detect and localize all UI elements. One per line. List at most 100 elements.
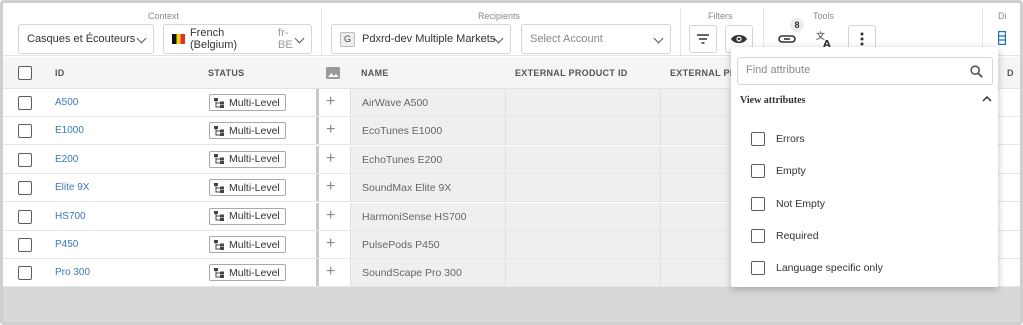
chevron-up-icon[interactable] xyxy=(982,95,992,102)
external-product-id-cell[interactable] xyxy=(505,89,660,116)
chevron-down-icon xyxy=(653,33,664,44)
external-pro-cell[interactable] xyxy=(660,89,740,116)
product-id-link[interactable]: Elite 9X xyxy=(55,182,89,193)
attribute-option[interactable]: Language specific only xyxy=(751,258,883,278)
account-select[interactable]: Select Account xyxy=(521,24,671,54)
column-header-last[interactable]: D xyxy=(1007,68,1014,78)
attribute-search[interactable] xyxy=(737,57,993,85)
hierarchy-icon xyxy=(214,211,224,222)
display-group-label: Di xyxy=(998,11,1007,21)
recipient-select[interactable]: G Pdxrd-dev Multiple Markets xyxy=(331,24,511,54)
status-chip[interactable]: Multi-Level xyxy=(209,264,286,282)
eye-icon xyxy=(731,34,747,44)
columns-layout-button[interactable] xyxy=(997,30,1007,50)
select-all-checkbox[interactable] xyxy=(18,66,32,80)
context-select[interactable]: Casques et Écouteurs xyxy=(18,24,154,54)
status-chip[interactable]: Multi-Level xyxy=(209,150,286,168)
column-header-external-product-id[interactable]: EXTERNAL PRODUCT ID xyxy=(515,68,628,78)
view-attributes-title[interactable]: View attributes xyxy=(740,95,805,106)
external-product-id-cell[interactable] xyxy=(505,259,660,287)
add-image-icon[interactable]: + xyxy=(326,236,335,252)
product-id-link[interactable]: P450 xyxy=(55,239,78,250)
attribute-option[interactable]: Errors xyxy=(751,129,805,149)
external-pro-cell[interactable] xyxy=(660,259,740,287)
hierarchy-icon xyxy=(214,154,224,165)
add-image-icon[interactable]: + xyxy=(326,179,335,195)
attribute-filter-panel: View attributes Errors Empty Not Empty Requ… xyxy=(731,47,998,287)
column-header-id[interactable]: ID xyxy=(55,68,65,78)
status-chip[interactable]: Multi-Level xyxy=(209,94,286,111)
frozen-column-divider xyxy=(316,89,319,116)
frozen-column-divider xyxy=(316,145,319,173)
attribute-option[interactable]: Required xyxy=(751,226,819,246)
account-select-placeholder: Select Account xyxy=(530,33,603,45)
row-checkbox[interactable] xyxy=(18,181,32,196)
external-pro-cell[interactable] xyxy=(660,174,740,202)
add-image-icon[interactable]: + xyxy=(326,264,335,280)
status-label: Multi-Level xyxy=(229,96,280,109)
product-id-link[interactable]: HS700 xyxy=(55,211,86,222)
add-image-icon[interactable]: + xyxy=(326,94,335,110)
recipient-group-icon: G xyxy=(340,31,355,47)
attribute-option-checkbox[interactable] xyxy=(751,164,765,179)
recipients-group-label: Recipients xyxy=(478,11,521,21)
product-id-link[interactable]: A500 xyxy=(55,97,78,108)
external-pro-cell[interactable] xyxy=(660,145,740,173)
hierarchy-icon xyxy=(214,182,224,193)
row-checkbox[interactable] xyxy=(18,152,32,167)
product-name: EchoTunes E200 xyxy=(362,153,443,166)
external-product-id-cell[interactable] xyxy=(505,145,660,173)
attribute-search-input[interactable] xyxy=(746,64,956,76)
product-name: SoundMax Elite 9X xyxy=(362,182,452,195)
external-product-id-cell[interactable] xyxy=(505,231,660,258)
status-chip[interactable]: Multi-Level xyxy=(209,179,286,197)
product-id-link[interactable]: E1000 xyxy=(55,125,84,136)
product-name: SoundScape Pro 300 xyxy=(362,267,462,280)
external-product-id-cell[interactable] xyxy=(505,202,660,230)
attribute-option-checkbox[interactable] xyxy=(751,261,765,276)
status-label: Multi-Level xyxy=(229,266,280,279)
status-label: Multi-Level xyxy=(229,124,280,137)
attribute-option[interactable]: Not Empty xyxy=(751,194,825,214)
column-header-status[interactable]: STATUS xyxy=(208,68,244,78)
external-pro-cell[interactable] xyxy=(660,117,740,145)
locale-select-value: French (Belgium) xyxy=(189,27,238,51)
row-checkbox[interactable] xyxy=(18,266,32,281)
external-product-id-cell[interactable] xyxy=(505,174,660,202)
chevron-down-icon xyxy=(136,33,147,44)
row-checkbox[interactable] xyxy=(18,124,32,139)
status-chip[interactable]: Multi-Level xyxy=(209,236,286,253)
attribute-option[interactable]: Empty xyxy=(751,161,806,181)
status-chip[interactable]: Multi-Level xyxy=(209,122,286,140)
row-checkbox[interactable] xyxy=(18,96,32,110)
frozen-column-divider xyxy=(316,259,319,287)
external-product-id-cell[interactable] xyxy=(505,117,660,145)
hierarchy-icon xyxy=(214,97,224,108)
context-select-value: Casques et Écouteurs xyxy=(27,33,136,45)
column-header-name[interactable]: NAME xyxy=(361,68,389,78)
product-id-link[interactable]: E200 xyxy=(55,154,78,165)
add-image-icon[interactable]: + xyxy=(326,150,335,167)
recipient-select-value: Pdxrd-dev Multiple Markets xyxy=(362,33,496,45)
external-pro-cell[interactable] xyxy=(660,202,740,230)
hierarchy-icon xyxy=(214,267,224,278)
product-name: AirWave A500 xyxy=(362,97,429,109)
image-icon xyxy=(326,67,340,79)
row-checkbox[interactable] xyxy=(18,238,32,252)
status-chip[interactable]: Multi-Level xyxy=(209,207,286,225)
add-image-icon[interactable]: + xyxy=(326,122,335,138)
attribute-option-checkbox[interactable] xyxy=(751,196,765,211)
attribute-option-checkbox[interactable] xyxy=(751,228,765,243)
filter-button[interactable] xyxy=(689,25,717,53)
columns-icon xyxy=(997,30,1007,46)
row-checkbox[interactable] xyxy=(18,209,32,224)
search-icon[interactable] xyxy=(970,65,983,78)
add-image-icon[interactable]: + xyxy=(326,207,335,224)
attribute-option-checkbox[interactable] xyxy=(751,132,765,146)
locale-select[interactable]: French (Belgium) fr-BE xyxy=(163,24,312,54)
product-id-link[interactable]: Pro 300 xyxy=(55,267,90,278)
status-label: Multi-Level xyxy=(229,153,280,166)
image-column-header[interactable] xyxy=(326,66,340,84)
external-pro-cell[interactable] xyxy=(660,231,740,258)
hierarchy-icon xyxy=(214,239,224,250)
